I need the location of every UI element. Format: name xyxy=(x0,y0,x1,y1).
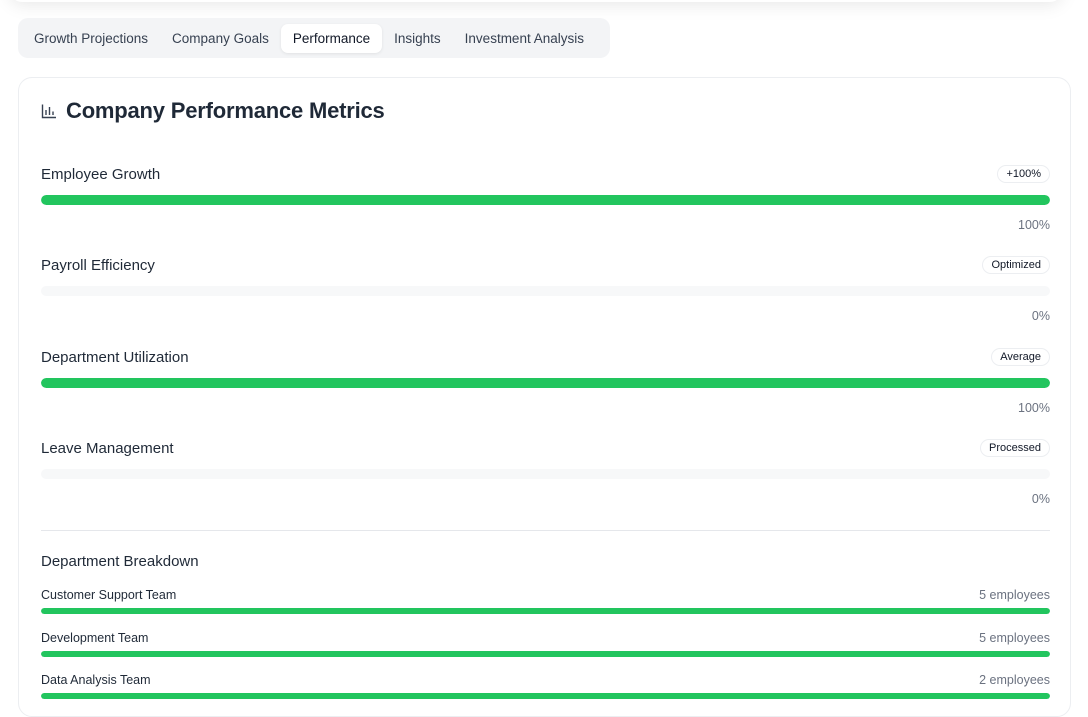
tab-performance[interactable]: Performance xyxy=(280,23,383,53)
metric-label: Leave Management xyxy=(41,439,174,457)
department-row: Development Team 5 employees xyxy=(41,630,1050,657)
tab-investment-analysis[interactable]: Investment Analysis xyxy=(453,24,596,53)
tab-insights[interactable]: Insights xyxy=(382,24,453,53)
metric-percent: 0% xyxy=(1031,309,1050,323)
metric-label: Payroll Efficiency xyxy=(41,256,155,274)
department-bar xyxy=(41,693,1050,699)
header-shadow xyxy=(10,0,1062,2)
progress-bar xyxy=(41,469,1050,479)
bar-chart-icon xyxy=(41,103,57,119)
status-badge: Processed xyxy=(980,439,1050,457)
department-bar xyxy=(41,651,1050,657)
card-title: Company Performance Metrics xyxy=(66,98,385,123)
department-fill xyxy=(41,693,1050,699)
metric-percent: 100% xyxy=(1018,401,1050,415)
metric-department-utilization: Department Utilization Average 100% xyxy=(41,346,1050,415)
progress-bar xyxy=(41,195,1050,205)
employee-count: 2 employees xyxy=(979,673,1050,687)
progress-bar xyxy=(41,286,1050,296)
department-row: Customer Support Team 5 employees xyxy=(41,587,1050,614)
department-fill xyxy=(41,608,1050,614)
metric-percent: 100% xyxy=(1018,218,1050,232)
employee-count: 5 employees xyxy=(979,631,1050,645)
employee-count: 5 employees xyxy=(979,588,1050,602)
section-divider xyxy=(41,530,1050,531)
progress-bar xyxy=(41,378,1050,388)
progress-fill xyxy=(41,195,1050,205)
status-badge: Average xyxy=(991,348,1050,366)
status-badge: Optimized xyxy=(982,256,1050,274)
status-badge: +100% xyxy=(997,165,1050,183)
card-header: Company Performance Metrics xyxy=(41,98,385,124)
department-name: Development Team xyxy=(41,631,149,645)
metric-employee-growth: Employee Growth +100% 100% xyxy=(41,163,1050,232)
department-row: Data Analysis Team 2 employees xyxy=(41,672,1050,699)
performance-card: Company Performance Metrics Employee Gro… xyxy=(18,77,1071,717)
department-name: Customer Support Team xyxy=(41,588,177,602)
metric-label: Department Utilization xyxy=(41,348,189,366)
department-bar xyxy=(41,608,1050,614)
metric-label: Employee Growth xyxy=(41,165,161,183)
tab-growth-projections[interactable]: Growth Projections xyxy=(22,24,160,53)
tab-company-goals[interactable]: Company Goals xyxy=(160,24,281,53)
tab-bar: Growth Projections Company Goals Perform… xyxy=(18,18,610,58)
department-name: Data Analysis Team xyxy=(41,673,151,687)
metric-payroll-efficiency: Payroll Efficiency Optimized 0% xyxy=(41,254,1050,323)
department-breakdown-title: Department Breakdown xyxy=(41,553,199,570)
progress-fill xyxy=(41,378,1050,388)
metric-leave-management: Leave Management Processed 0% xyxy=(41,437,1050,506)
metric-percent: 0% xyxy=(1031,492,1050,506)
department-fill xyxy=(41,651,1050,657)
